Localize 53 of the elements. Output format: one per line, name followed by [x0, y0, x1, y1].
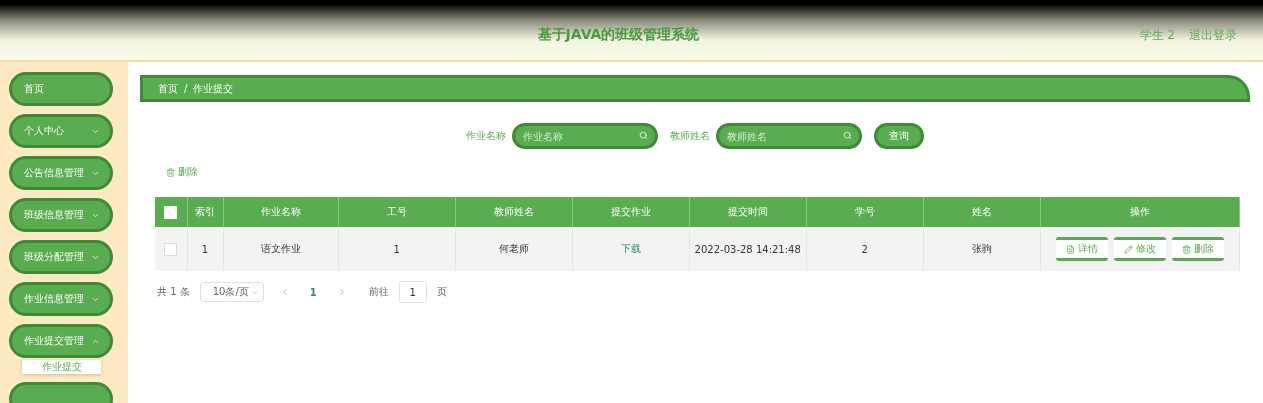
- download-link[interactable]: 下载: [620, 243, 641, 254]
- field-label: 作业名称: [466, 129, 506, 143]
- column-header: 索引: [187, 197, 223, 227]
- goto-label: 前往: [368, 285, 389, 299]
- column-header: 作业名称: [223, 197, 339, 227]
- sidebar-item[interactable]: 班级分配管理: [9, 240, 113, 274]
- page-size-select[interactable]: 10条/页: [199, 282, 264, 302]
- table-cell: 2022-03-28 14:21:48: [689, 227, 807, 271]
- logout-link[interactable]: 退出登录: [1189, 27, 1237, 44]
- checkbox[interactable]: [164, 242, 178, 256]
- action-button[interactable]: 修改: [1113, 237, 1166, 261]
- goto-page-field[interactable]: 1: [398, 281, 427, 303]
- search-field[interactable]: 教师姓名: [716, 123, 862, 149]
- table-cell: 语文作业: [223, 227, 339, 271]
- submenu-item[interactable]: 作业提交: [22, 360, 101, 374]
- sidebar-item[interactable]: 首页: [9, 72, 113, 106]
- table-cell: 何老师: [455, 227, 573, 271]
- trash-icon: [1181, 244, 1191, 254]
- action-button[interactable]: 详情: [1055, 237, 1108, 261]
- pencil-icon: [1123, 244, 1133, 254]
- query-button[interactable]: 查询: [874, 123, 924, 149]
- sidebar-item[interactable]: 作业提交管理: [9, 324, 113, 358]
- search-icon: [639, 131, 648, 140]
- column-header: 学号: [806, 197, 924, 227]
- column-header: 工号: [338, 197, 456, 227]
- table-cell: 张驹: [923, 227, 1041, 271]
- trash-icon: [166, 167, 175, 177]
- breadcrumb-item[interactable]: 首页: [158, 81, 178, 96]
- breadcrumb-item: 作业提交: [193, 81, 234, 96]
- delete-button[interactable]: 删除: [166, 165, 198, 179]
- total-count: 共 1 条: [157, 285, 190, 299]
- search-icon: [843, 131, 852, 140]
- table-cell: 1: [338, 227, 456, 271]
- column-header: 姓名: [923, 197, 1041, 227]
- column-header: 教师姓名: [455, 197, 573, 227]
- user-name: 学生 2: [1139, 27, 1175, 44]
- table-cell: 1: [187, 227, 223, 271]
- sidebar-item[interactable]: 班级信息管理: [9, 198, 113, 232]
- column-header: 提交作业: [572, 197, 690, 227]
- action-button[interactable]: 删除: [1171, 237, 1224, 261]
- document-icon: [1065, 244, 1075, 254]
- search-field[interactable]: 作业名称: [512, 123, 658, 149]
- sidebar-item[interactable]: 公告信息管理: [9, 156, 113, 190]
- column-header: 操作: [1040, 197, 1240, 227]
- table-cell: 2: [806, 227, 924, 271]
- field-label: 教师姓名: [670, 129, 710, 143]
- page-number[interactable]: 1: [309, 286, 317, 298]
- column-header: 提交时间: [689, 197, 807, 227]
- app-title: 基于JAVA的班级管理系统: [537, 26, 700, 44]
- page-suffix: 页: [436, 285, 447, 299]
- breadcrumb-separator: /: [184, 83, 188, 94]
- sidebar-item[interactable]: 作业信息管理: [9, 282, 113, 316]
- sidebar-item[interactable]: 个人中心: [9, 114, 113, 148]
